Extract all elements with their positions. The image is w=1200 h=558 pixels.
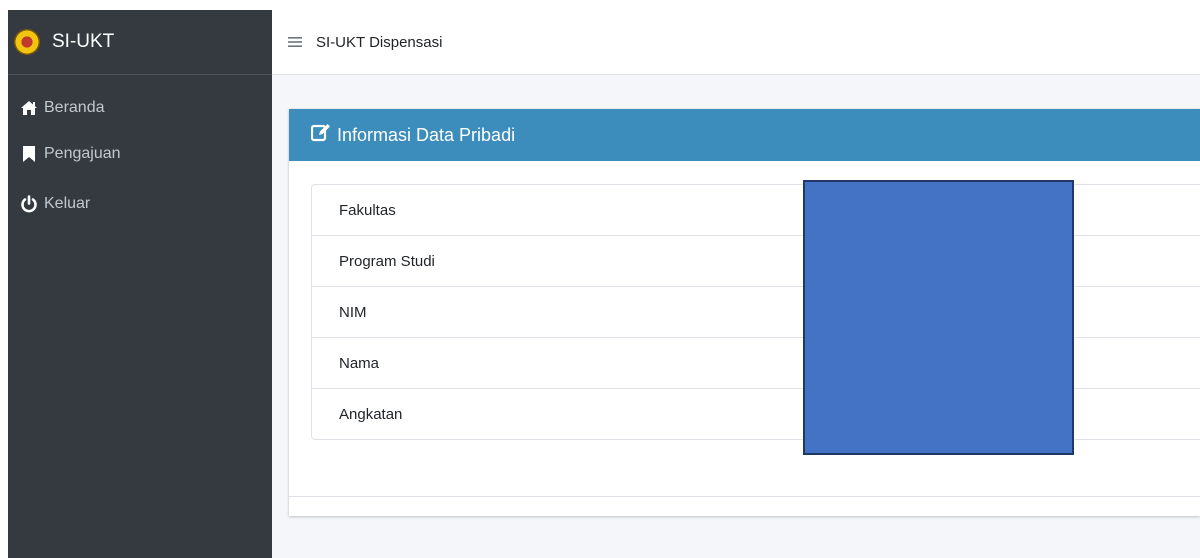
card-title: Informasi Data Pribadi xyxy=(337,124,516,145)
redaction-box xyxy=(803,180,1074,455)
bookmark-icon xyxy=(20,145,38,163)
page-title: SI-UKT Dispensasi xyxy=(316,33,443,51)
sidebar-item-beranda[interactable]: Beranda xyxy=(8,87,272,129)
brand-link[interactable]: SI-UKT xyxy=(8,10,272,75)
top-navbar: SI-UKT Dispensasi xyxy=(272,10,1200,75)
home-icon xyxy=(20,99,38,117)
sidebar: SI-UKT Beranda Pengajuan Keluar xyxy=(8,10,272,558)
sidebar-item-pengajuan[interactable]: Pengajuan xyxy=(8,129,272,179)
card-header: Informasi Data Pribadi xyxy=(289,109,1200,161)
sidebar-item-keluar[interactable]: Keluar xyxy=(8,179,272,229)
sidebar-item-label: Beranda xyxy=(44,99,105,116)
sidebar-item-label: Pengajuan xyxy=(44,145,121,162)
university-logo-icon xyxy=(14,29,40,55)
left-gutter xyxy=(0,0,8,558)
sidebar-nav: Beranda Pengajuan Keluar xyxy=(8,75,272,229)
brand-text: SI-UKT xyxy=(52,31,115,52)
card-footer xyxy=(289,496,1200,516)
power-icon xyxy=(20,195,38,213)
hamburger-icon[interactable] xyxy=(288,33,302,51)
app-root: SI-UKT Beranda Pengajuan Keluar SI-UKT D… xyxy=(0,0,1200,558)
edit-icon xyxy=(310,123,331,147)
sidebar-item-label: Keluar xyxy=(44,195,91,212)
